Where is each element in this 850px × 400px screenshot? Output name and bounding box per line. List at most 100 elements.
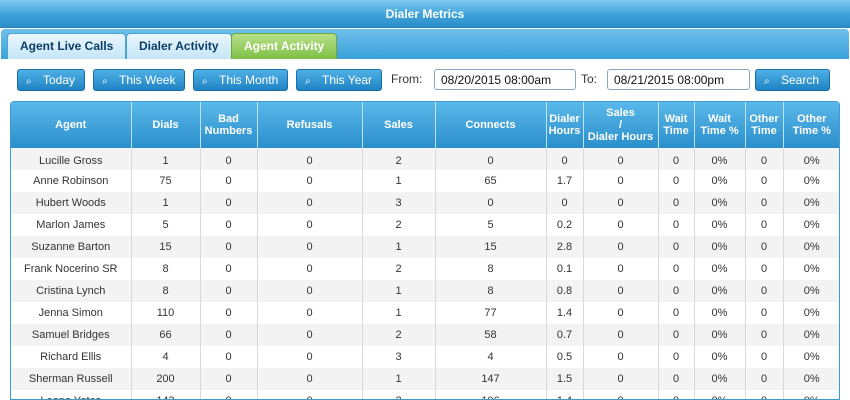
metric-cell: 0% <box>694 214 746 236</box>
tab-dialer-activity[interactable]: Dialer Activity <box>126 33 232 59</box>
metric-cell: 15 <box>131 236 201 258</box>
this-year-button[interactable]: ⌕ This Year <box>296 69 383 91</box>
metric-cell: 4 <box>435 346 547 368</box>
search-button-label: Search <box>781 73 820 87</box>
metric-cell: 0 <box>257 346 363 368</box>
metric-cell: 0% <box>783 280 839 302</box>
to-date-field[interactable] <box>607 69 750 90</box>
table-row[interactable]: Cristina Lynch 8 0 0 1 8 0.8 0 0 0% 0 0% <box>11 280 839 302</box>
tab-strip: Agent Live Calls Dialer Activity Agent A… <box>1 29 849 59</box>
column-header[interactable]: Agent <box>11 102 132 148</box>
metric-cell: 0 <box>257 258 363 280</box>
metric-cell: 0 <box>658 258 695 280</box>
column-header[interactable]: Dials <box>131 102 201 148</box>
table-row[interactable]: Jenna Simon 110 0 0 1 77 1.4 0 0 0% 0 0% <box>11 302 839 324</box>
metric-cell: 0.8 <box>546 280 584 302</box>
column-header[interactable]: Other Time % <box>783 102 839 148</box>
table-row[interactable]: Frank Nocerino SR 8 0 0 2 8 0.1 0 0 0% 0 0% <box>11 258 839 280</box>
metric-cell: 1 <box>131 192 201 214</box>
metric-cell: 0 <box>583 192 659 214</box>
table-row[interactable]: Lucille Gross 1 0 0 2 0 0 0 0 0% 0 0% <box>11 148 839 170</box>
metric-cell: 0 <box>658 214 695 236</box>
metric-cell: 0% <box>694 302 746 324</box>
column-header[interactable]: Dialer Hours <box>546 102 584 148</box>
column-header[interactable]: Wait Time <box>658 102 695 148</box>
column-header-text: Connects <box>465 119 516 131</box>
metric-cell: 0 <box>745 302 784 324</box>
search-icon: ⌕ <box>764 76 770 87</box>
agent-name-cell: Marlon James <box>11 214 132 236</box>
metric-cell: 0% <box>694 192 746 214</box>
column-header-text: Sales <box>384 119 413 131</box>
column-header-text: Time <box>751 125 777 137</box>
window-title: Dialer Metrics <box>0 0 850 28</box>
column-header[interactable]: Sales / Dialer Hours <box>583 102 659 148</box>
this-month-button[interactable]: ⌕ This Month <box>193 69 289 91</box>
metric-cell: 0% <box>694 170 746 192</box>
column-header-text: Hours <box>548 125 581 137</box>
agent-name-cell: Leona Yates <box>11 390 132 399</box>
metric-cell: 3 <box>362 192 436 214</box>
from-date-field[interactable] <box>434 69 576 90</box>
tab-agent-live-calls[interactable]: Agent Live Calls <box>7 33 127 59</box>
table-row[interactable]: Samuel Bridges 66 0 0 2 58 0.7 0 0 0% 0 0% <box>11 324 839 346</box>
metric-cell: 106 <box>435 390 547 399</box>
table-row[interactable]: Hubert Woods 1 0 0 3 0 0 0 0 0% 0 0% <box>11 192 839 214</box>
tab-agent-activity[interactable]: Agent Activity <box>231 33 338 59</box>
metric-cell: 0 <box>435 192 547 214</box>
column-header-text: Agent <box>55 119 87 131</box>
column-header-text: Sales <box>606 107 635 119</box>
column-header[interactable]: Bad Numbers <box>200 102 258 148</box>
table-row[interactable]: Anne Robinson 75 0 0 1 65 1.7 0 0 0% 0 0% <box>11 170 839 192</box>
table-row[interactable]: Richard Ellis 4 0 0 3 4 0.5 0 0 0% 0 0% <box>11 346 839 368</box>
column-header-text: Bad <box>218 113 239 125</box>
metric-cell: 2 <box>362 390 436 399</box>
table-row[interactable]: Marlon James 5 0 0 2 5 0.2 0 0 0% 0 0% <box>11 214 839 236</box>
metric-cell: 0 <box>745 192 784 214</box>
metric-cell: 0 <box>583 302 659 324</box>
search-icon: ⌕ <box>305 76 311 87</box>
metric-cell: 0 <box>257 390 363 399</box>
metric-cell: 0 <box>546 148 584 170</box>
metric-cell: 0 <box>658 324 695 346</box>
table-row[interactable]: Sherman Russell 200 0 0 1 147 1.5 0 0 0% 0 0% <box>11 368 839 390</box>
metric-cell: 0 <box>745 280 784 302</box>
metric-cell: 2 <box>362 148 436 170</box>
metric-cell: 8 <box>131 258 201 280</box>
column-header-text: Refusals <box>286 119 333 131</box>
metric-cell: 0 <box>200 170 258 192</box>
metric-cell: 0% <box>694 280 746 302</box>
metric-cell: 1.7 <box>546 170 584 192</box>
column-header-text: Wait <box>708 113 731 125</box>
metric-cell: 65 <box>435 170 547 192</box>
metric-cell: 0% <box>694 324 746 346</box>
table-row[interactable]: Suzanne Barton 15 0 0 1 15 2.8 0 0 0% 0 0% <box>11 236 839 258</box>
metric-cell: 0% <box>694 148 746 170</box>
table-row[interactable]: Leona Yates1430021061.4000%00% <box>11 390 839 399</box>
metric-cell: 2 <box>362 324 436 346</box>
metric-cell: 143 <box>131 390 201 399</box>
column-header[interactable]: Connects <box>435 102 547 148</box>
metric-cell: 0.1 <box>546 258 584 280</box>
column-header[interactable]: Refusals <box>257 102 363 148</box>
this-week-button[interactable]: ⌕ This Week <box>93 69 186 91</box>
metric-cell: 0 <box>583 324 659 346</box>
column-header[interactable]: Wait Time % <box>694 102 746 148</box>
column-header[interactable]: Other Time <box>745 102 784 148</box>
metric-cell: 8 <box>435 258 547 280</box>
metric-cell: 0 <box>583 148 659 170</box>
metric-cell: 5 <box>435 214 547 236</box>
metric-cell: 0 <box>745 390 784 399</box>
today-button[interactable]: ⌕ Today <box>17 69 86 91</box>
agent-name-cell: Anne Robinson <box>11 170 132 192</box>
search-button[interactable]: ⌕ Search <box>755 69 830 91</box>
metric-cell: 0 <box>257 170 363 192</box>
metric-cell: 0 <box>745 324 784 346</box>
column-header[interactable]: Sales <box>362 102 436 148</box>
metric-cell: 1 <box>362 236 436 258</box>
metric-cell: 0% <box>783 368 839 390</box>
metric-cell: 0 <box>745 236 784 258</box>
metric-cell: 0 <box>257 192 363 214</box>
metric-cell: 1.4 <box>546 302 584 324</box>
metric-cell: 0% <box>694 236 746 258</box>
